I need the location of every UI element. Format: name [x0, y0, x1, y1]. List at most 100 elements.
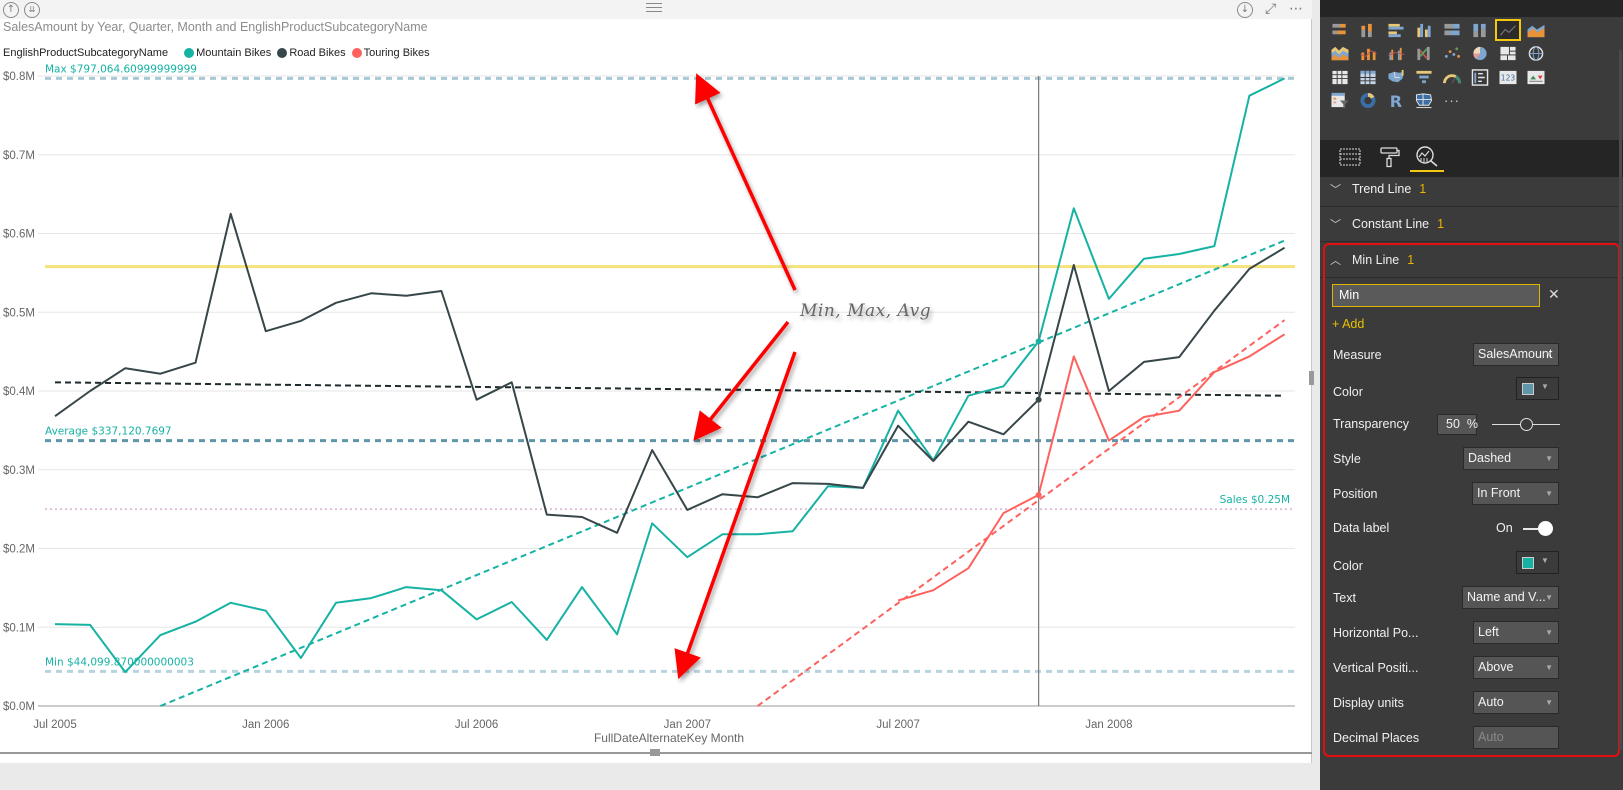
clustered-column-icon[interactable] [1412, 20, 1436, 40]
multi-row-card-icon[interactable] [1468, 67, 1492, 87]
x-tick-label: Jan 2007 [664, 719, 711, 731]
add-line-button[interactable]: + Add [1332, 317, 1364, 331]
dropdown-value: In Front [1477, 486, 1521, 500]
donut-icon[interactable] [1356, 91, 1380, 111]
reference-label-average: Average $337,120.7697 [45, 426, 172, 438]
scatter-icon[interactable] [1440, 44, 1464, 64]
line-chart-icon[interactable] [1495, 19, 1521, 41]
drill-mode-icon[interactable]: ↓ [1237, 2, 1253, 18]
card-icon[interactable]: 123 [1496, 67, 1520, 87]
dropdown-value: Left [1478, 625, 1499, 639]
annotation-arrow-avg [693, 320, 790, 441]
report-visual[interactable]: ↑ ⇊ ↓ ⤢ ⋯ SalesAmount by Year, Quarter, … [0, 0, 1314, 763]
measure-dropdown[interactable]: SalesAmount ▼ [1473, 343, 1559, 366]
format-tab[interactable] [1372, 142, 1406, 172]
y-tick-label: $0.1M [3, 622, 35, 634]
100-stacked-bar-icon-glyph [1444, 23, 1460, 35]
matrix-icon[interactable] [1356, 67, 1380, 87]
table-icon[interactable] [1328, 67, 1352, 87]
slicer-icon[interactable] [1328, 91, 1352, 111]
caret-down-icon: ▼ [1545, 663, 1553, 672]
funnel-icon[interactable] [1412, 67, 1436, 87]
analytics-tab[interactable] [1410, 142, 1444, 172]
dropdown-value: Dashed [1468, 451, 1512, 465]
stacked-area-icon-glyph [1331, 46, 1349, 61]
annotation-arrow-min [674, 351, 797, 680]
dropdown-value: Name and V... [1467, 590, 1546, 604]
color-swatch [1522, 557, 1534, 569]
globe-map-icon[interactable] [1524, 44, 1548, 64]
transparency-slider-handle[interactable] [1520, 418, 1533, 431]
vertical-position-dropdown[interactable]: Above ▼ [1473, 656, 1559, 679]
legend-dot [277, 48, 288, 58]
shape-map-icon[interactable] [1412, 91, 1436, 111]
card-icon-glyph: 123 [1499, 70, 1517, 84]
area-chart-icon[interactable] [1524, 20, 1548, 40]
legend-item-touring-bikes[interactable]: Touring Bikes [351, 47, 430, 59]
x-axis: Jul 2005 Jan 2006 Jul 2006 Jan 2007 Jul 2007… [33, 719, 1132, 731]
section-count: 1 [1437, 217, 1445, 231]
legend-item-road-bikes[interactable]: Road Bikes [277, 47, 346, 59]
100-stacked-column-icon[interactable] [1468, 20, 1492, 40]
analytics-icon [1416, 146, 1438, 167]
filled-map-icon[interactable] [1384, 67, 1408, 87]
horizontal-position-dropdown[interactable]: Left ▼ [1473, 621, 1559, 644]
100-stacked-bar-icon[interactable] [1440, 20, 1464, 40]
decimal-places-label: Decimal Places [1333, 731, 1420, 745]
stacked-area-icon[interactable] [1328, 44, 1352, 64]
line-name-input[interactable]: Min [1332, 284, 1540, 307]
stacked-bar-icon[interactable] [1328, 20, 1352, 40]
gauge-icon[interactable] [1440, 67, 1464, 87]
hover-point-road-bikes [1035, 396, 1042, 403]
kpi-icon[interactable] [1524, 67, 1548, 87]
section-label: Constant Line [1352, 217, 1430, 231]
stacked-column-icon[interactable] [1356, 20, 1380, 40]
drill-up-icon[interactable]: ↑ [3, 2, 19, 18]
remove-line-icon[interactable]: ✕ [1548, 286, 1560, 303]
fields-tab[interactable] [1333, 142, 1367, 172]
chevron-down-icon: ﹀ [1330, 219, 1341, 231]
trend-line-section[interactable]: ﹀ Trend Line 1 [1320, 172, 1623, 207]
style-dropdown[interactable]: Dashed ▼ [1463, 447, 1559, 470]
drag-grip-icon[interactable] [646, 3, 662, 12]
line-color-picker[interactable]: ▼ [1516, 377, 1559, 400]
line-chart[interactable]: $0.0M $0.1M $0.2M $0.3M $0.4M $0.5M $0.6M $0.7M… [0, 60, 1312, 760]
line-clustered-column-icon[interactable] [1384, 44, 1408, 64]
legend-item-mountain-bikes[interactable]: Mountain Bikes [184, 47, 271, 59]
decimal-places-input[interactable]: Auto [1473, 726, 1559, 749]
r-visual-icon[interactable]: R [1384, 91, 1408, 111]
treemap-icon[interactable] [1496, 44, 1520, 64]
display-units-dropdown[interactable]: Auto ▼ [1473, 691, 1559, 714]
more-visuals-icon[interactable]: ··· [1440, 91, 1464, 111]
data-label-toggle-knob[interactable] [1538, 521, 1553, 536]
label-color-picker[interactable]: ▼ [1516, 551, 1559, 574]
x-tick-label: Jul 2007 [876, 719, 919, 731]
legend-dot [184, 48, 195, 58]
dropdown-value: Auto [1478, 695, 1504, 709]
gauge-icon-glyph [1443, 73, 1461, 84]
chevron-down-icon: ﹀ [1330, 184, 1341, 196]
paint-roller-icon [1380, 147, 1400, 168]
transparency-input[interactable]: 50 % [1437, 414, 1478, 435]
line-column-icon[interactable] [1356, 44, 1380, 64]
y-tick-label: $0.2M [3, 544, 35, 556]
expand-next-level-icon[interactable]: ⇊ [24, 2, 40, 18]
more-options-icon[interactable]: ⋯ [1289, 1, 1303, 17]
pie-icon[interactable] [1468, 44, 1492, 64]
multi-row-card-icon-glyph [1471, 68, 1489, 86]
pane-scrollbar[interactable] [1619, 50, 1622, 750]
focus-mode-icon[interactable]: ⤢ [1265, 1, 1276, 17]
text-dropdown[interactable]: Name and V... ▼ [1462, 586, 1559, 609]
legend-title: EnglishProductSubcategoryName [3, 47, 169, 59]
horizontal-position-label: Horizontal Po... [1333, 626, 1419, 640]
x-tick-label: Jan 2006 [242, 719, 289, 731]
constant-line-section[interactable]: ﹀ Constant Line 1 [1320, 207, 1623, 242]
resize-handle-right[interactable] [1309, 371, 1314, 385]
ribbon-chart-icon[interactable] [1412, 44, 1436, 64]
position-dropdown[interactable]: In Front ▼ [1472, 482, 1559, 505]
slicer-icon-glyph [1331, 92, 1349, 109]
resize-handle-bottom[interactable] [650, 749, 660, 756]
x-axis-title: FullDateAlternateKey Month [594, 731, 744, 745]
clustered-bar-icon[interactable] [1384, 20, 1408, 40]
treemap-icon-glyph [1500, 46, 1516, 61]
